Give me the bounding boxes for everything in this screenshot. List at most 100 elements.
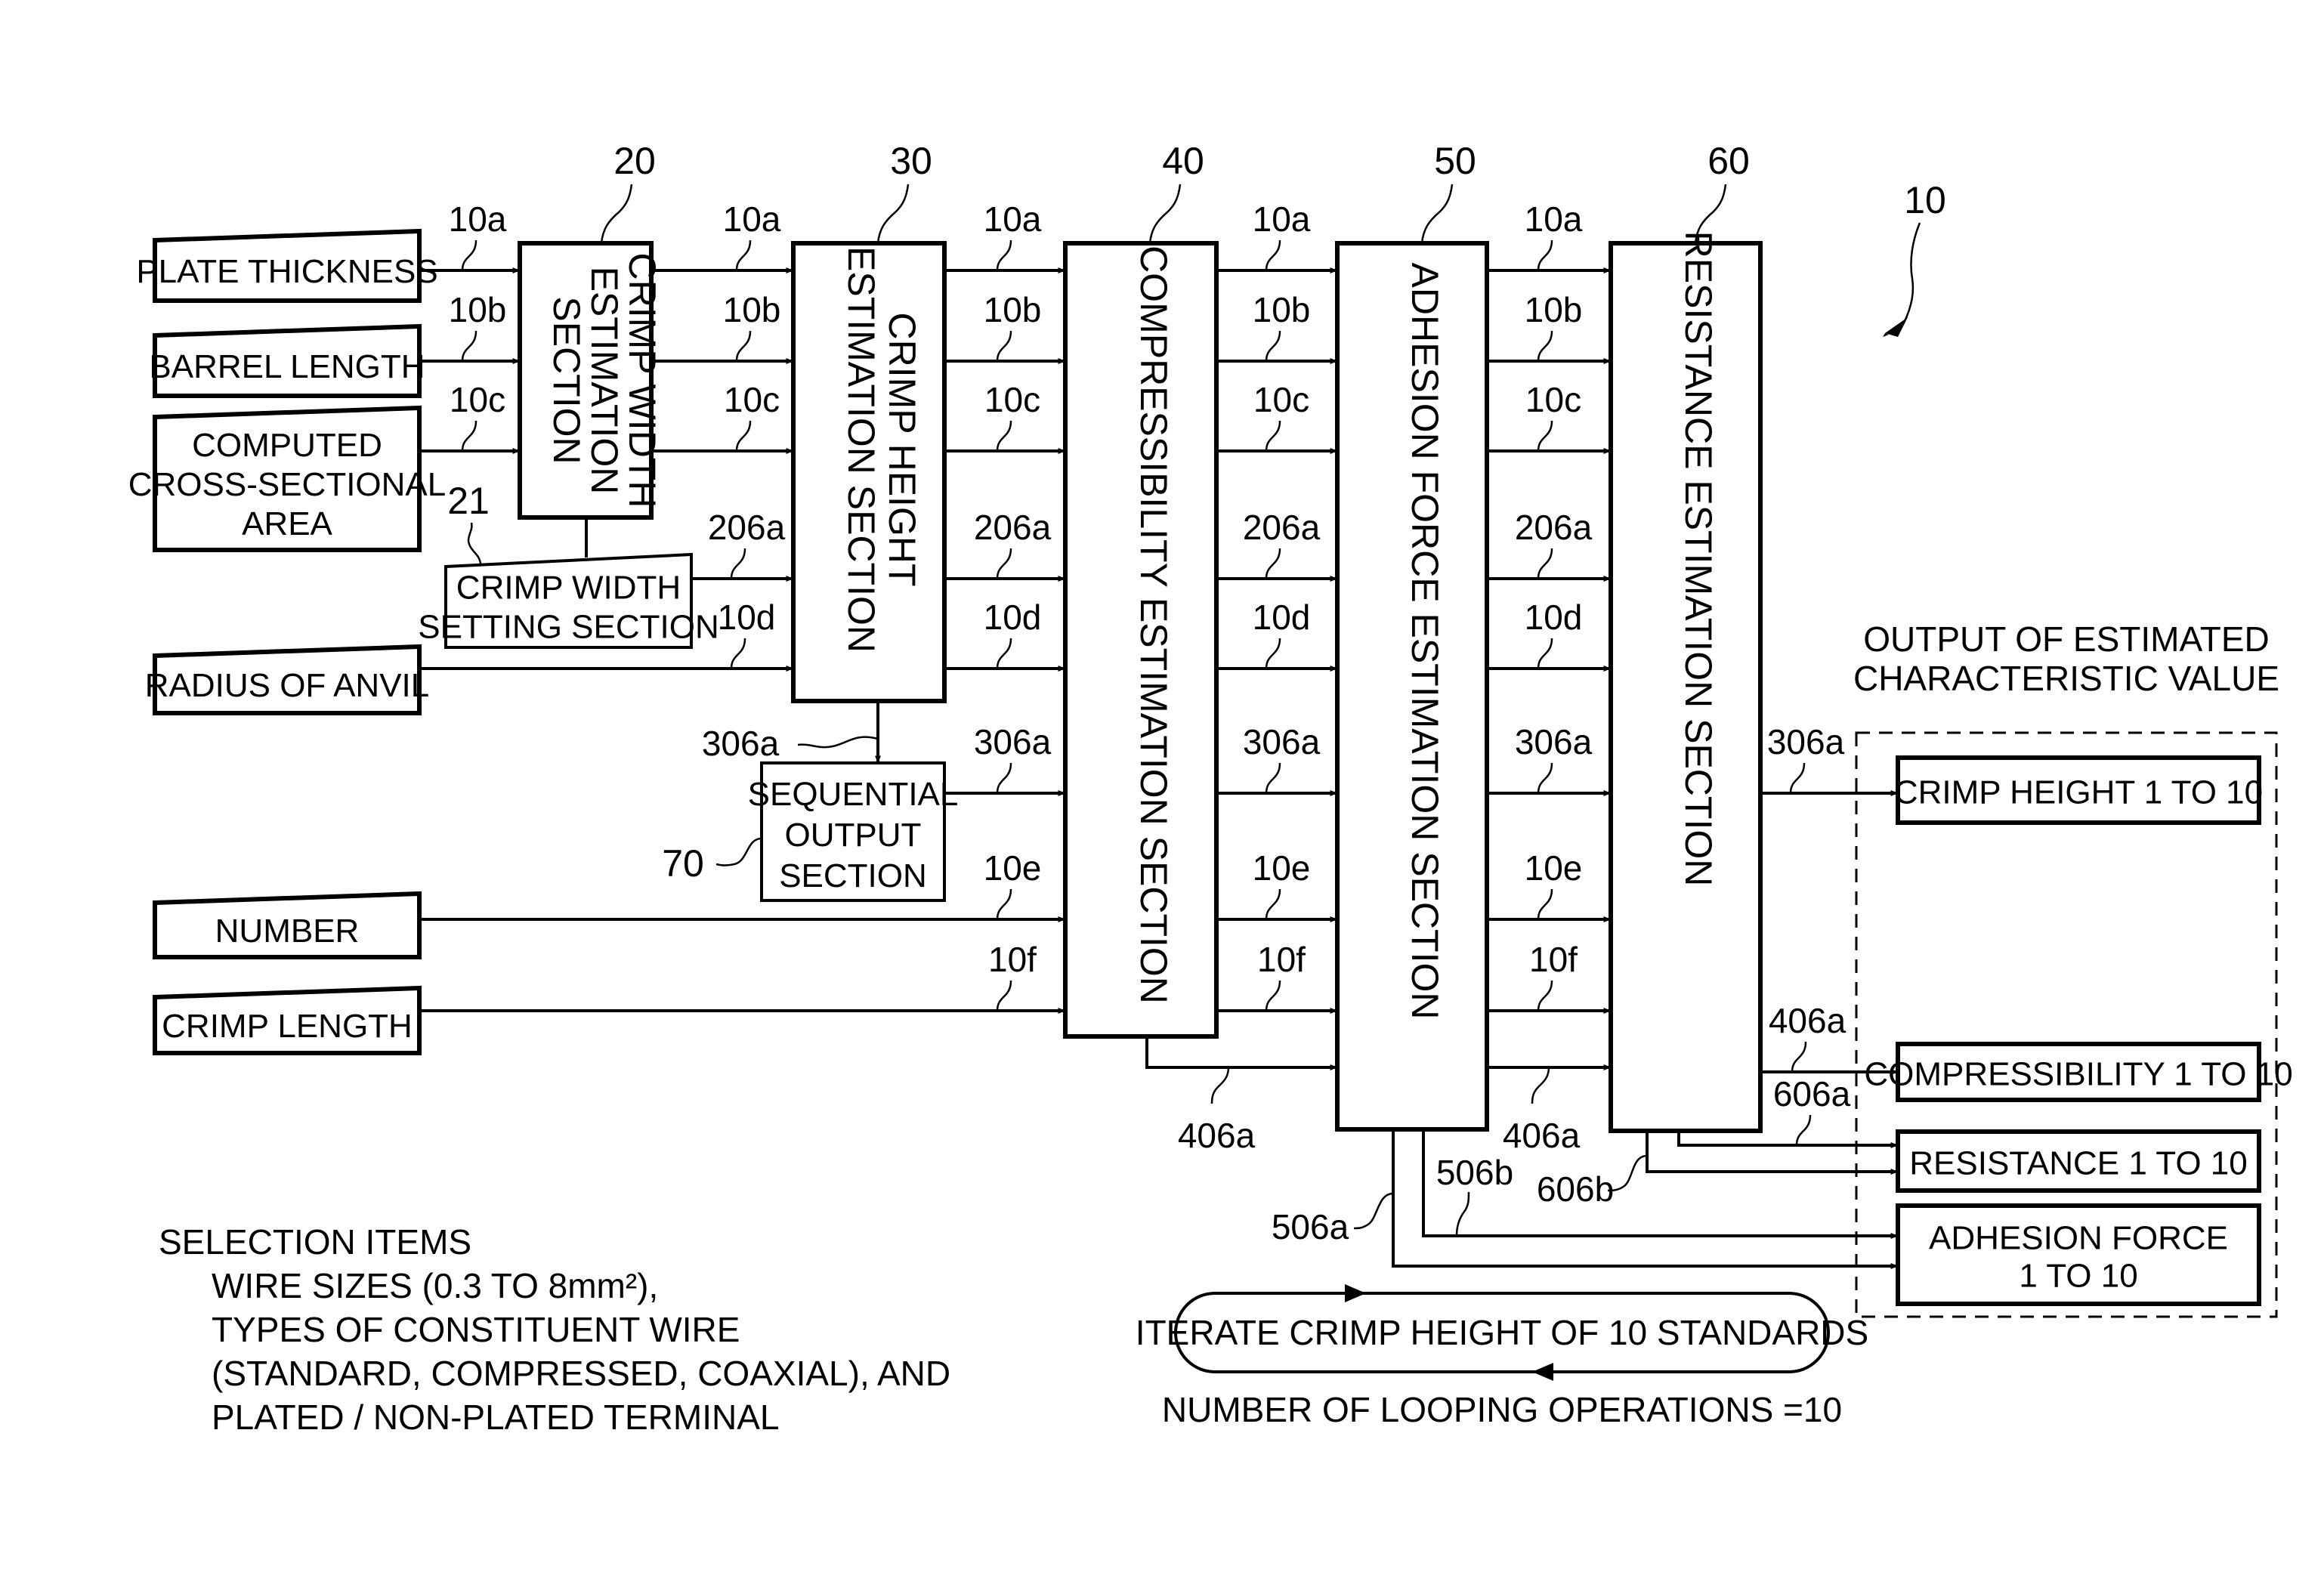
- output-title: CHARACTERISTIC VALUE: [1853, 659, 2279, 698]
- signal-306a-30: 306a: [702, 724, 780, 763]
- signal-s10b-to-40-leader: [996, 330, 1012, 362]
- arrow-606b-output: [1646, 1131, 1899, 1175]
- signal-s10d-to-60-leader: [1537, 638, 1553, 669]
- signal-10b-in-leader: [461, 330, 477, 362]
- ref-21: 21: [447, 480, 490, 522]
- ref-21-leader: [467, 522, 482, 564]
- signal-s10f-to-60: 10f: [1529, 940, 1578, 979]
- signal-10a-in: 10a: [449, 199, 507, 239]
- signal-s306a-to-40: 306a: [974, 722, 1052, 761]
- input-label-computed-area: COMPUTED: [192, 427, 382, 464]
- loop-count: NUMBER OF LOOPING OPERATIONS =10: [1162, 1390, 1842, 1429]
- ref-20: 20: [613, 140, 656, 182]
- section-60-label: RESISTANCE ESTIMATION SECTION: [1677, 231, 1720, 887]
- signal-10e-to-40: 10e: [984, 848, 1042, 888]
- section-21-label: CRIMP WIDTH: [456, 570, 681, 607]
- arrow-406a-to-50: [1145, 1036, 1338, 1070]
- signal-s10f-to-50: 10f: [1257, 940, 1306, 979]
- signal-406a-to-60: 406a: [1503, 1116, 1581, 1155]
- selection-heading: SELECTION ITEMS: [159, 1222, 471, 1262]
- signal-306a-output: 306a: [1767, 722, 1845, 761]
- signal-s10d-to-40-leader: [996, 638, 1012, 669]
- signal-s206a-to-50-leader: [1265, 548, 1281, 579]
- signal-s206a-to-40-leader: [996, 548, 1012, 579]
- signal-10d-in-leader: [730, 638, 746, 669]
- signal-s306a-to-50-leader: [1265, 762, 1281, 794]
- ref-30: 30: [890, 140, 932, 182]
- signal-s10b-to-50: 10b: [1253, 290, 1311, 329]
- section-70-label: SEQUENTIAL: [748, 776, 959, 813]
- signal-306a-30-leader: [797, 736, 879, 749]
- signal-s306a-to-50: 306a: [1243, 722, 1321, 761]
- signal-s10a-to-60: 10a: [1525, 199, 1583, 239]
- signal-s306a-to-60: 306a: [1515, 722, 1593, 761]
- signal-206a-21-leader: [730, 548, 746, 579]
- section-50-label: ADHESION FORCE ESTIMATION SECTION: [1404, 263, 1446, 1020]
- signal-s10d-to-50-leader: [1265, 638, 1281, 669]
- signal-s10e-to-50-leader: [1265, 888, 1281, 920]
- block-diagram: PLATE THICKNESS BARREL LENGTH COMPUTEDCROS…: [128, 140, 2293, 1437]
- signal-406a-output: 406a: [1769, 1001, 1847, 1040]
- signal-606a-output-leader: [1795, 1114, 1812, 1146]
- input-label-computed-area: CROSS-SECTIONAL: [128, 466, 447, 503]
- signal-s10b-to-50-leader: [1265, 330, 1281, 362]
- signal-s10b-to-40: 10b: [984, 290, 1042, 329]
- output-label-3: 1 TO 10: [2019, 1258, 2137, 1295]
- signal-s10a-to-40: 10a: [984, 199, 1042, 239]
- section-20-label: SECTION: [545, 296, 588, 464]
- signal-10f-to-40: 10f: [988, 940, 1037, 979]
- figure-ref-10: 10: [1904, 179, 1946, 221]
- signal-s10d-to-50: 10d: [1253, 598, 1311, 637]
- signal-10c-20-leader: [735, 420, 752, 452]
- selection-item: PLATED / NON-PLATED TERMINAL: [212, 1398, 779, 1437]
- ref-40-leader: [1148, 184, 1182, 244]
- section-70-label: SECTION: [779, 857, 927, 894]
- input-label-barrel-length: BARREL LENGTH: [149, 348, 425, 385]
- output-label-0: CRIMP HEIGHT 1 TO 10: [1894, 774, 2263, 811]
- ref-40: 40: [1162, 140, 1204, 182]
- signal-10c-in-leader: [461, 420, 477, 452]
- ref-50-leader: [1420, 184, 1454, 244]
- input-label-radius-of-anvil: RADIUS OF ANVIL: [145, 667, 430, 704]
- signal-s10c-to-60-leader: [1537, 420, 1553, 452]
- input-label-crimp-length: CRIMP LENGTH: [162, 1008, 413, 1045]
- signal-s10b-to-60: 10b: [1525, 290, 1583, 329]
- signal-506b-leader: [1455, 1191, 1470, 1237]
- signal-s10c-to-40-leader: [996, 420, 1012, 452]
- signal-s10e-to-60: 10e: [1525, 848, 1583, 888]
- signal-10e-to-40-leader: [996, 888, 1012, 920]
- ref-50: 50: [1434, 140, 1476, 182]
- section-20-label: CRIMP WIDTH: [621, 253, 663, 508]
- signal-s306a-to-60-leader: [1537, 762, 1553, 794]
- signal-506a: 506a: [1272, 1207, 1349, 1246]
- section-21-label: SETTING SECTION: [418, 609, 719, 646]
- signal-s10c-to-50: 10c: [1253, 380, 1309, 419]
- figure-ref-leader: [1896, 222, 1921, 335]
- signal-10a-20-leader: [735, 239, 752, 271]
- output-label-2: RESISTANCE 1 TO 10: [1909, 1145, 2248, 1182]
- signal-s10e-to-60-leader: [1537, 888, 1553, 920]
- output-label-1: COMPRESSIBILITY 1 TO 10: [1864, 1056, 2292, 1093]
- signal-406a-to-50-leader: [1210, 1067, 1230, 1104]
- output-label-3: ADHESION FORCE: [1929, 1220, 2228, 1257]
- input-label-number: NUMBER: [215, 913, 360, 950]
- signal-406a-to-60-leader: [1531, 1067, 1550, 1104]
- signal-s10c-to-60: 10c: [1525, 380, 1581, 419]
- signal-s306a-to-40-leader: [996, 762, 1012, 794]
- signal-406a-output-leader: [1791, 1041, 1807, 1073]
- signal-s10a-to-60-leader: [1537, 239, 1553, 271]
- signal-10b-in: 10b: [449, 290, 507, 329]
- signal-206a-21: 206a: [708, 508, 786, 547]
- signal-10a-in-leader: [461, 239, 477, 271]
- section-20-label: ESTIMATION: [583, 267, 626, 495]
- signal-s10f-to-60-leader: [1537, 980, 1553, 1012]
- signal-s10c-to-40: 10c: [984, 380, 1040, 419]
- signal-10c-20: 10c: [724, 380, 780, 419]
- signal-506a-leader: [1353, 1192, 1394, 1230]
- section-70-label: OUTPUT: [785, 817, 922, 854]
- signal-s10b-to-60-leader: [1537, 330, 1553, 362]
- signal-506b: 506b: [1436, 1153, 1513, 1192]
- figure-ref-arrowhead-icon: [1883, 317, 1908, 337]
- signal-s206a-to-40: 206a: [974, 508, 1052, 547]
- signal-10b-20: 10b: [723, 290, 781, 329]
